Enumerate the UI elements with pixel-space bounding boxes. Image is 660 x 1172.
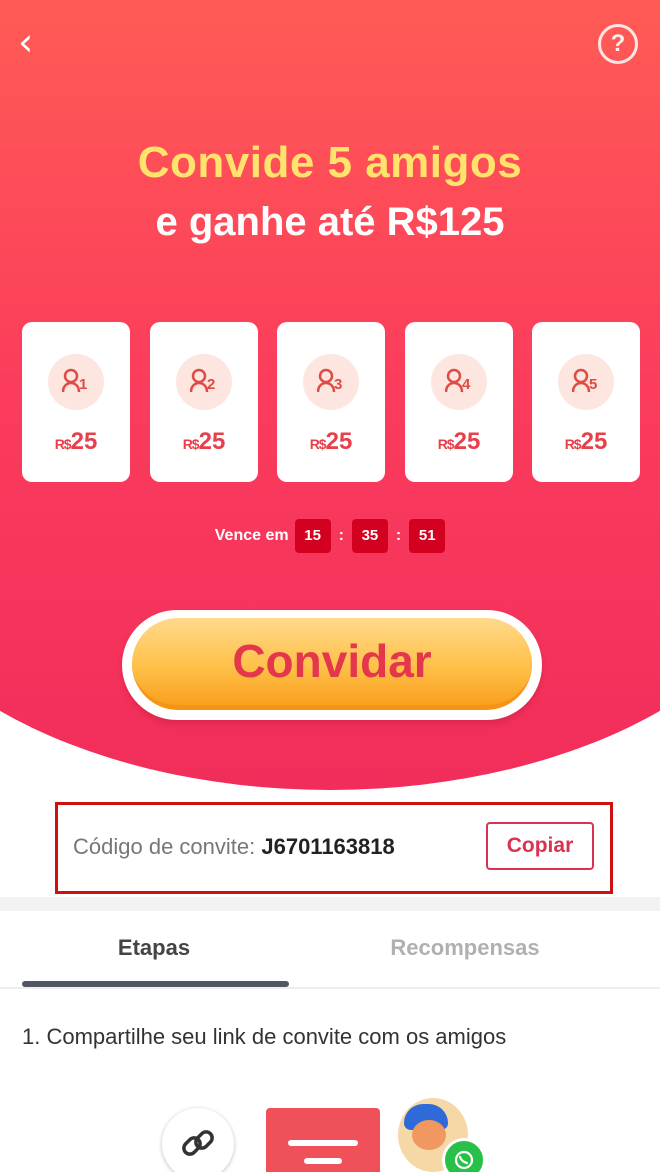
timer-separator: : bbox=[338, 527, 344, 544]
active-tab-indicator bbox=[22, 981, 289, 987]
reward-amount: R$25 bbox=[309, 428, 353, 455]
reward-card: 2 R$25 bbox=[150, 322, 258, 482]
friend-icon: 2 bbox=[176, 354, 232, 410]
reward-index: 4 bbox=[462, 376, 471, 393]
reward-card: 4 R$25 bbox=[405, 322, 513, 482]
reward-index: 1 bbox=[79, 376, 88, 393]
reward-index: 2 bbox=[207, 376, 216, 393]
friend-icon: 5 bbox=[558, 354, 614, 410]
reward-amount: R$25 bbox=[564, 428, 608, 455]
question-circle-icon[interactable]: ? bbox=[598, 24, 638, 64]
timer-hours: 15 bbox=[294, 519, 331, 553]
section-divider bbox=[0, 897, 660, 911]
invite-button[interactable]: Convidar bbox=[132, 618, 532, 710]
tab-steps[interactable]: Etapas bbox=[0, 935, 308, 961]
copy-button[interactable]: Copiar bbox=[486, 822, 594, 870]
hero-title: Convide 5 amigos bbox=[137, 138, 523, 187]
timer-minutes: 35 bbox=[351, 519, 388, 553]
tab-rewards[interactable]: Recompensas bbox=[310, 935, 620, 961]
reward-card: 1 R$25 bbox=[22, 322, 130, 482]
whatsapp-icon bbox=[442, 1138, 486, 1172]
share-card-icon bbox=[266, 1108, 380, 1172]
invite-hero: ‹ ? Convide 5 amigos e ganhe até R$125 1… bbox=[0, 0, 660, 800]
tab-bar: Etapas Recompensas bbox=[0, 911, 660, 989]
countdown-timer: Vence em 15 : 35 : 51 bbox=[0, 518, 660, 554]
chevron-left-icon[interactable]: ‹ bbox=[18, 22, 58, 66]
timer-seconds: 51 bbox=[409, 519, 446, 553]
invite-code-box: Código de convite: J6701163818 Copiar bbox=[55, 802, 613, 894]
friend-icon: 4 bbox=[431, 354, 487, 410]
friend-icon: 1 bbox=[48, 354, 104, 410]
reward-amount: R$25 bbox=[182, 428, 226, 455]
timer-separator: : bbox=[395, 527, 402, 544]
link-icon bbox=[162, 1108, 234, 1172]
hero-subtitle: e ganhe até R$125 bbox=[155, 200, 505, 244]
timer-label: Vence em bbox=[214, 527, 289, 544]
reward-index: 5 bbox=[589, 376, 598, 393]
reward-card: 5 R$25 bbox=[532, 322, 640, 482]
step-1-text: 1. Compartilhe seu link de convite com o… bbox=[22, 1024, 507, 1049]
reward-amount: R$25 bbox=[437, 428, 481, 455]
reward-index: 3 bbox=[334, 376, 343, 393]
invite-code-label: Código de convite: J6701163818 bbox=[73, 834, 395, 859]
invite-button-frame: Convidar bbox=[122, 610, 542, 720]
invite-code-value: J6701163818 bbox=[261, 834, 395, 859]
friend-icon: 3 bbox=[303, 354, 359, 410]
reward-amount: R$25 bbox=[54, 428, 98, 455]
reward-card: 3 R$25 bbox=[277, 322, 385, 482]
